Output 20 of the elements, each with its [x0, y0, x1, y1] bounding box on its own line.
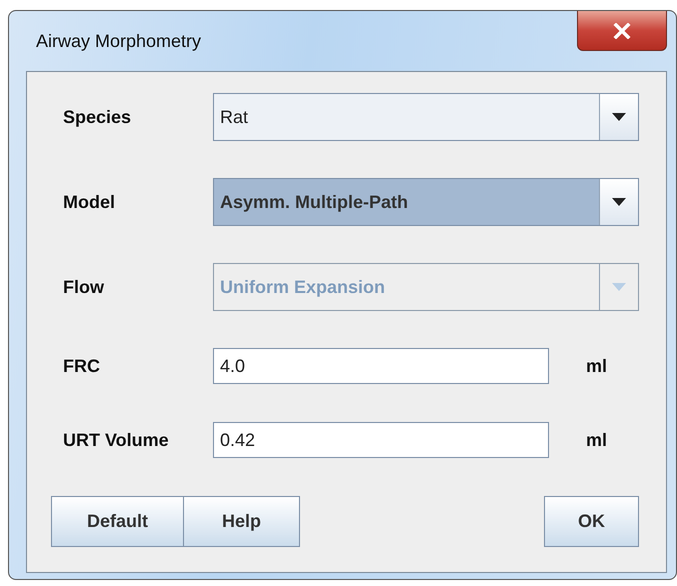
field-label: Model: [63, 192, 116, 212]
caret-icon: [612, 198, 626, 206]
dialog-button[interactable]: Default: [51, 496, 184, 547]
input-field[interactable]: 0.42: [213, 422, 549, 458]
caret-icon: [612, 283, 626, 291]
unit-label: ml: [586, 430, 608, 450]
field-label: Flow: [63, 276, 105, 298]
close-icon: [613, 22, 631, 38]
unit-label: ml: [586, 356, 608, 376]
dropdown[interactable]: Rat: [213, 93, 639, 141]
close-button[interactable]: [577, 11, 667, 51]
input-field[interactable]: 4.0: [213, 348, 549, 384]
dialog-button[interactable]: Help: [183, 496, 300, 547]
dropdown[interactable]: Asymm. Multiple-Path: [213, 178, 639, 226]
ok-button[interactable]: OK: [544, 496, 639, 547]
window-title: Airway Morphometry: [35, 30, 202, 52]
caret-icon: [612, 113, 626, 121]
field-label: FRC: [63, 356, 101, 376]
field-label: Species: [63, 106, 132, 128]
field-label: URT Volume: [63, 430, 170, 450]
